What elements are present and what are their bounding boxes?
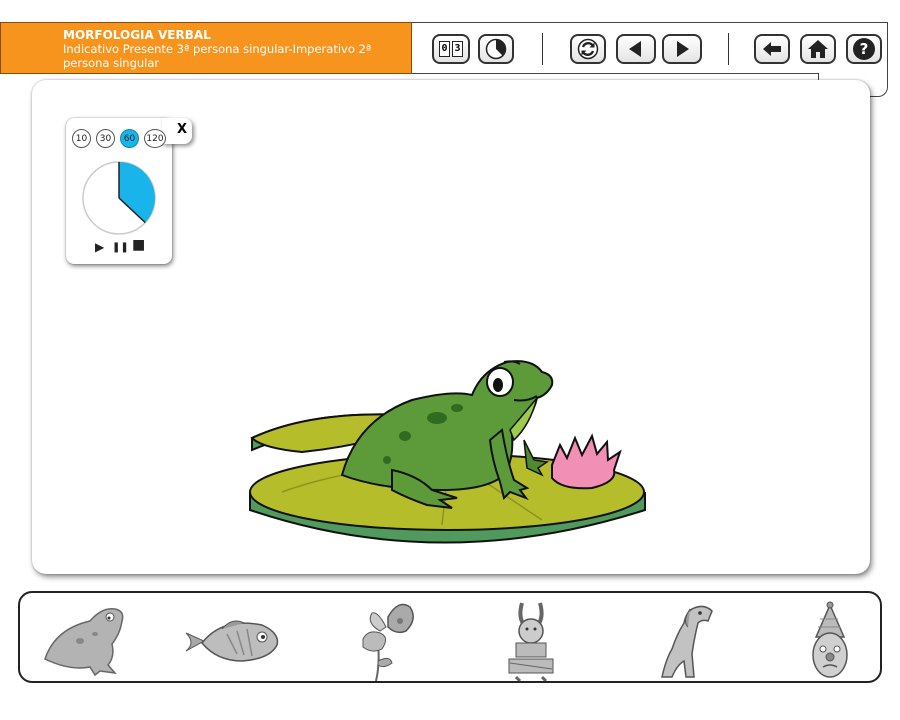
reload-button[interactable] (570, 34, 606, 64)
stop-icon[interactable]: ■ (132, 237, 145, 253)
timer-option-10[interactable]: 10 (72, 129, 91, 148)
svg-text:?: ? (860, 40, 869, 58)
timer-option-30[interactable]: 30 (96, 129, 115, 148)
arrow-right-icon (677, 41, 689, 57)
play-icon[interactable]: ▶ (95, 240, 104, 254)
frog-on-lilypad-illustration (249, 360, 646, 544)
timer-dial (82, 161, 156, 235)
timer-option-120[interactable]: 120 (144, 129, 166, 148)
timer-option-60[interactable]: 60 (120, 129, 139, 148)
thumbnail-strip (18, 591, 882, 683)
counter-button[interactable]: 03 (432, 34, 470, 64)
arrow-left-icon (629, 41, 641, 57)
thumbnail-dog[interactable] (632, 599, 732, 681)
timer-close-button[interactable]: X (173, 120, 191, 140)
back-arrow-icon (763, 42, 781, 56)
home-icon (808, 40, 828, 58)
thumbnail-fish[interactable] (182, 599, 282, 681)
next-button[interactable] (662, 34, 702, 64)
clock-pie-icon (485, 38, 507, 60)
timer-widget: X 10 30 60 120 ▶ ❚❚ ■ (66, 118, 192, 264)
timer-button[interactable] (478, 34, 514, 64)
help-button[interactable]: ? (846, 34, 882, 64)
counter-digit: 3 (452, 41, 463, 57)
thumbnail-clown[interactable] (778, 599, 878, 681)
counter-digit: 0 (439, 41, 450, 57)
toolbar-separator (728, 33, 729, 65)
thumbnail-frog[interactable] (40, 599, 140, 681)
activity-title: MORFOLOGIA VERBAL (63, 28, 211, 42)
reload-icon (577, 38, 599, 60)
help-icon: ? (853, 38, 875, 60)
thumbnail-rabbit-drummer[interactable] (480, 599, 580, 681)
back-button[interactable] (754, 34, 790, 64)
thumbnail-butterfly-flower[interactable] (338, 599, 438, 681)
pause-icon[interactable]: ❚❚ (112, 242, 129, 253)
toolbar: 03 ? (412, 22, 888, 74)
header-bar: MORFOLOGIA VERBAL Indicativo Presente 3ª… (0, 22, 900, 74)
activity-subtitle: Indicativo Presente 3ª persona singular-… (63, 42, 372, 70)
previous-button[interactable] (616, 34, 656, 64)
home-button[interactable] (800, 34, 836, 64)
title-panel: MORFOLOGIA VERBAL Indicativo Presente 3ª… (0, 22, 412, 74)
toolbar-separator (542, 33, 543, 65)
